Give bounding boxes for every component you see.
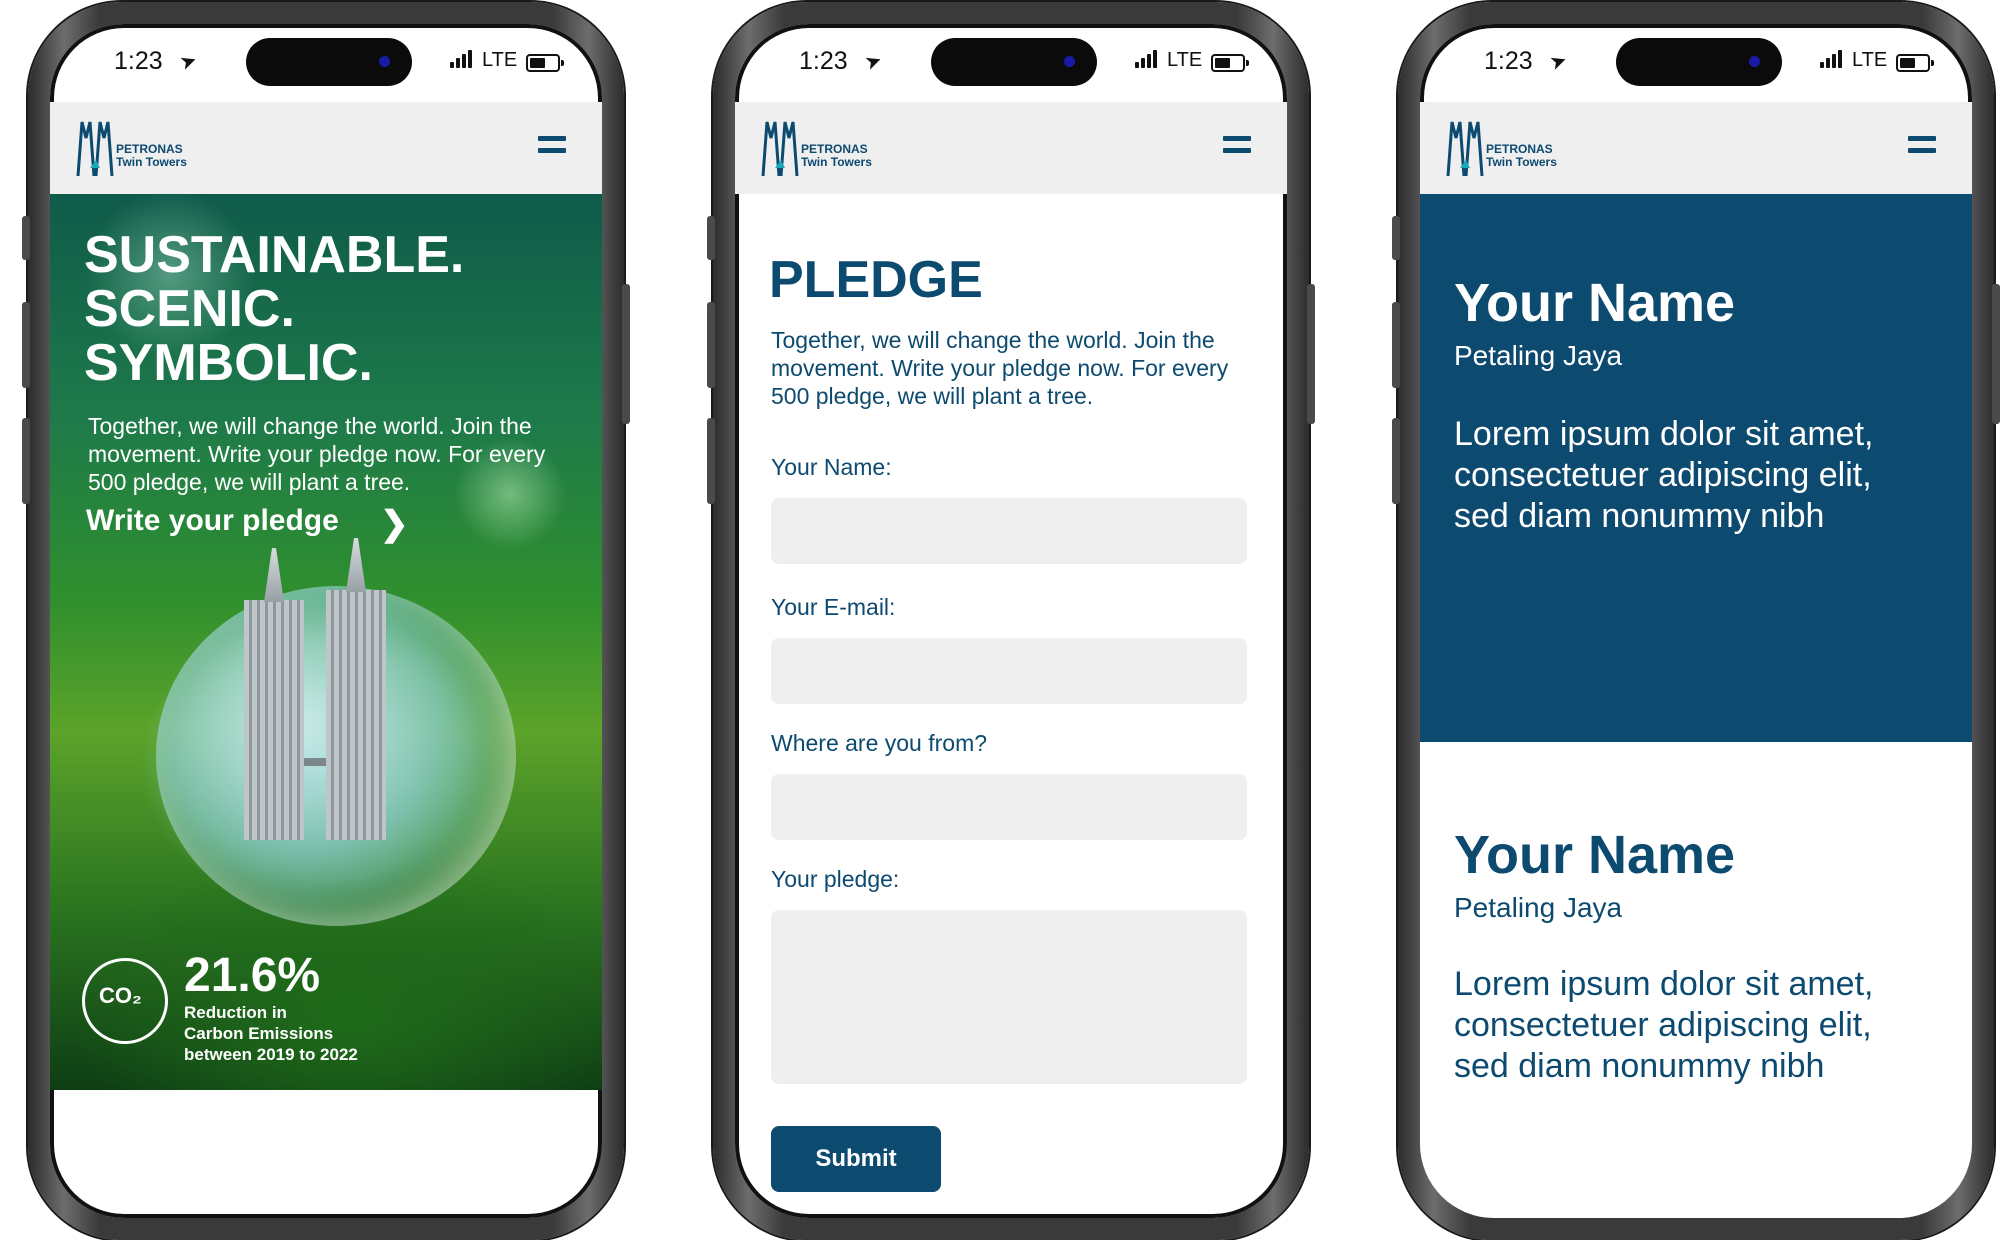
pledge-intro: Together, we will change the world. Join…	[771, 327, 1229, 409]
phone-screen-pledge: 1:23 ➤ LTE PETRONAS Twin Towers PLEDGE T…	[735, 24, 1287, 1218]
pledge-title: PLEDGE	[769, 251, 983, 309]
hero-title-line2: SCENIC.	[84, 280, 295, 338]
stat-label-line3: between 2019 to 2022	[184, 1045, 358, 1064]
tower-right	[326, 590, 386, 840]
chevron-right-icon[interactable]: ❯	[380, 504, 409, 544]
card-name: Your Name	[1454, 273, 1736, 333]
water-droplet-image	[156, 586, 516, 926]
dynamic-island	[931, 38, 1097, 86]
hamburger-menu-icon[interactable]	[538, 134, 566, 156]
network-label: LTE	[482, 49, 518, 71]
card-text: Lorem ipsum dolor sit amet, consectetuer…	[1454, 415, 1874, 535]
phone-screen-hero: 1:23 ➤ LTE PETRONAS Twin Towers SUSTAINA…	[50, 24, 602, 1218]
submit-button[interactable]: Submit	[771, 1126, 941, 1192]
card-city: Petaling Jaya	[1454, 340, 1623, 371]
location-arrow-icon: ➤	[861, 48, 886, 76]
stat-label-line1: Reduction in	[184, 1003, 287, 1022]
twin-towers-logo-icon	[76, 121, 114, 177]
hamburger-menu-icon[interactable]	[1223, 134, 1251, 156]
hero-title-line1: SUSTAINABLE.	[84, 226, 465, 284]
stat-label: Reduction in Carbon Emissions between 20…	[184, 1002, 424, 1065]
battery-icon	[1896, 54, 1934, 72]
card-city: Petaling Jaya	[1454, 892, 1623, 923]
status-time: 1:23	[114, 47, 163, 75]
status-time: 1:23	[1484, 47, 1533, 75]
phone-screen-cards: 1:23 ➤ LTE PETRONAS Twin Towers Your Nam…	[1420, 24, 1972, 1218]
co2-cloud-icon: CO₂	[82, 958, 168, 1044]
phone-frame-cards: 1:23 ➤ LTE PETRONAS Twin Towers Your Nam…	[1392, 2, 2000, 1240]
dynamic-island	[246, 38, 412, 86]
stat-label-line2: Carbon Emissions	[184, 1024, 334, 1043]
status-bar: 1:23 ➤ LTE	[735, 24, 1287, 102]
petronas-twin-towers-logo[interactable]: PETRONAS Twin Towers	[761, 116, 891, 178]
status-bar: 1:23 ➤ LTE	[50, 24, 602, 102]
petronas-twin-towers-logo[interactable]: PETRONAS Twin Towers	[76, 116, 206, 178]
signal-bars-icon	[450, 50, 478, 68]
logo-line2: Twin Towers	[801, 155, 872, 169]
from-field[interactable]	[771, 774, 1247, 840]
logo-line2: Twin Towers	[1486, 155, 1557, 169]
pledge-textarea[interactable]	[771, 910, 1247, 1084]
card-name: Your Name	[1454, 825, 1736, 885]
location-arrow-icon: ➤	[1546, 48, 1571, 76]
tower-left	[244, 600, 304, 840]
from-label: Where are you from?	[771, 730, 988, 756]
hero-title: SUSTAINABLE. SCENIC. SYMBOLIC.	[84, 228, 564, 390]
skybridge	[304, 758, 326, 766]
name-field[interactable]	[771, 498, 1247, 564]
twin-towers-logo-icon	[1446, 121, 1484, 177]
hamburger-menu-icon[interactable]	[1908, 134, 1936, 156]
network-label: LTE	[1167, 49, 1203, 71]
signal-bars-icon	[1820, 50, 1848, 68]
status-bar: 1:23 ➤ LTE	[1420, 24, 1972, 102]
name-label: Your Name:	[771, 454, 892, 480]
signal-bars-icon	[1135, 50, 1163, 68]
phone-frame-pledge: 1:23 ➤ LTE PETRONAS Twin Towers PLEDGE T…	[707, 2, 1315, 1240]
battery-icon	[526, 54, 564, 72]
petronas-twin-towers-logo[interactable]: PETRONAS Twin Towers	[1446, 116, 1576, 178]
location-arrow-icon: ➤	[176, 48, 201, 76]
card-text: Lorem ipsum dolor sit amet, consectetuer…	[1454, 965, 1874, 1085]
pledge-label: Your pledge:	[771, 866, 900, 892]
write-pledge-link[interactable]: Write your pledge	[86, 504, 339, 538]
twin-towers-logo-icon	[761, 121, 799, 177]
app-header: PETRONAS Twin Towers	[1420, 102, 1972, 194]
battery-icon	[1211, 54, 1249, 72]
pledge-card-dark: Your Name Petaling Jaya Lorem ipsum dolo…	[1420, 194, 1972, 742]
app-header: PETRONAS Twin Towers	[50, 102, 602, 194]
stat-value: 21.6%	[184, 949, 321, 1002]
phone-frame-hero: 1:23 ➤ LTE PETRONAS Twin Towers SUSTAINA…	[22, 2, 630, 1240]
status-time: 1:23	[799, 47, 848, 75]
email-field[interactable]	[771, 638, 1247, 704]
logo-line2: Twin Towers	[116, 155, 187, 169]
app-header: PETRONAS Twin Towers	[735, 102, 1287, 194]
hero-body: Together, we will change the world. Join…	[88, 413, 546, 495]
dynamic-island	[1616, 38, 1782, 86]
hero-section: SUSTAINABLE. SCENIC. SYMBOLIC. Together,…	[50, 194, 602, 1090]
email-label: Your E-mail:	[771, 594, 896, 620]
network-label: LTE	[1852, 49, 1888, 71]
co2-label: CO₂	[99, 983, 142, 1008]
hero-title-line3: SYMBOLIC.	[84, 334, 373, 392]
pledge-card-light: Your Name Petaling Jaya Lorem ipsum dolo…	[1420, 742, 1972, 1218]
